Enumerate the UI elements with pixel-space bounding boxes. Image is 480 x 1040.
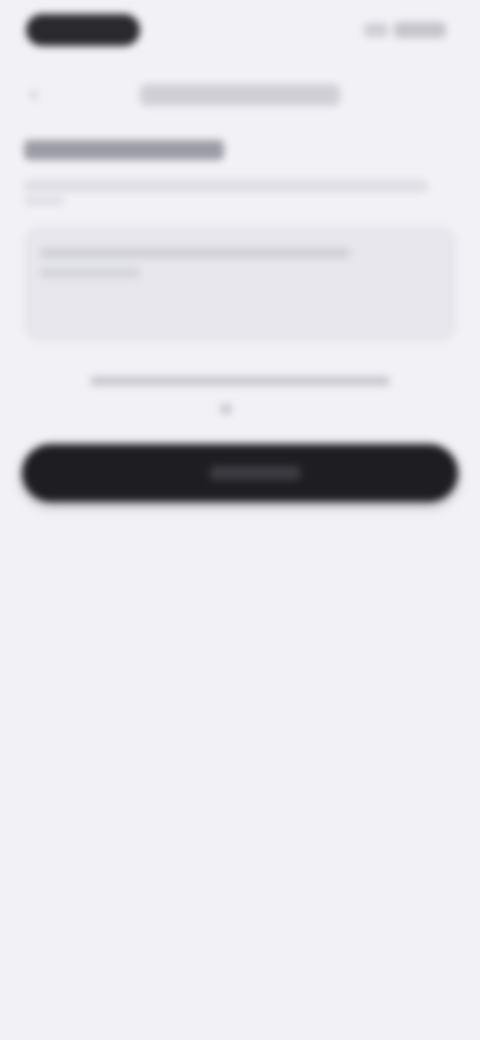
battery-icon bbox=[394, 22, 446, 38]
text-input-field[interactable] bbox=[24, 226, 456, 342]
hint-indicator bbox=[220, 404, 232, 414]
section-description-continued bbox=[24, 196, 64, 206]
input-placeholder-continued bbox=[40, 268, 140, 278]
back-arrow-icon[interactable]: ‹ bbox=[30, 83, 50, 105]
primary-submit-button[interactable] bbox=[22, 444, 458, 502]
section-description bbox=[24, 180, 428, 192]
input-placeholder bbox=[40, 248, 350, 258]
signal-icon bbox=[364, 23, 388, 37]
app-screen: ‹ bbox=[0, 0, 480, 1040]
primary-button-label bbox=[210, 466, 300, 480]
hint-text bbox=[90, 376, 390, 386]
page-title bbox=[140, 84, 340, 106]
section-heading bbox=[24, 140, 224, 160]
status-bar-time-pill bbox=[26, 14, 140, 46]
status-bar-indicators bbox=[364, 22, 446, 38]
